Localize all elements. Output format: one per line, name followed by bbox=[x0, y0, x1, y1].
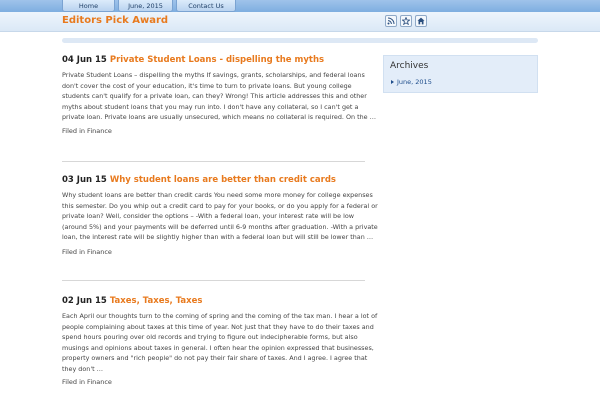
star-icon[interactable] bbox=[400, 15, 412, 27]
post-category[interactable]: Filed in Finance bbox=[62, 248, 112, 256]
post-title: 02 Jun 15 Taxes, Taxes, Taxes bbox=[62, 296, 380, 307]
post-category[interactable]: Filed in Finance bbox=[62, 378, 112, 386]
post-title-link[interactable]: Taxes, Taxes, Taxes bbox=[110, 296, 203, 306]
top-nav-bar: Home June, 2015 Contact Us bbox=[0, 0, 600, 12]
header-icon-group bbox=[385, 15, 430, 27]
post-3: 02 Jun 15 Taxes, Taxes, Taxes Each April … bbox=[62, 296, 380, 386]
post-title: 04 Jun 15 Private Student Loans - dispell… bbox=[62, 55, 380, 66]
post-category[interactable]: Filed in Finance bbox=[62, 127, 112, 135]
post-date: 03 Jun 15 bbox=[62, 175, 107, 185]
post-divider bbox=[62, 161, 365, 162]
site-title[interactable]: Editors Pick Award bbox=[62, 15, 168, 26]
home-icon[interactable] bbox=[415, 15, 427, 27]
site-header: Editors Pick Award bbox=[0, 12, 600, 32]
nav-tab-june-2015[interactable]: June, 2015 bbox=[118, 0, 173, 12]
sidebar-archives: Archives June, 2015 bbox=[383, 55, 538, 93]
sidebar-item-label[interactable]: June, 2015 bbox=[397, 78, 432, 86]
post-divider bbox=[62, 280, 365, 281]
rss-icon[interactable] bbox=[385, 15, 397, 27]
post-title: 03 Jun 15 Why student loans are better th… bbox=[62, 175, 380, 186]
sidebar-item-june-2015[interactable]: June, 2015 bbox=[391, 78, 432, 86]
bullet-icon bbox=[391, 80, 394, 84]
post-date: 02 Jun 15 bbox=[62, 296, 107, 306]
content-top-bar bbox=[62, 38, 538, 43]
nav-tab-home[interactable]: Home bbox=[62, 0, 115, 12]
post-excerpt: Private Student Loans – dispelling the m… bbox=[62, 71, 377, 122]
post-date: 04 Jun 15 bbox=[62, 55, 107, 65]
post-excerpt: Why student loans are better than credit… bbox=[62, 191, 378, 242]
post-1: 04 Jun 15 Private Student Loans - dispell… bbox=[62, 55, 380, 162]
sidebar-title: Archives bbox=[390, 61, 429, 71]
post-2: 03 Jun 15 Why student loans are better th… bbox=[62, 175, 380, 281]
nav-tab-contact-us[interactable]: Contact Us bbox=[176, 0, 236, 12]
post-title-link[interactable]: Why student loans are better than credit… bbox=[110, 175, 336, 185]
post-title-link[interactable]: Private Student Loans - dispelling the m… bbox=[110, 55, 324, 65]
post-excerpt: Each April our thoughts turn to the comi… bbox=[62, 312, 378, 373]
nav-tabs: Home June, 2015 Contact Us bbox=[62, 0, 239, 12]
